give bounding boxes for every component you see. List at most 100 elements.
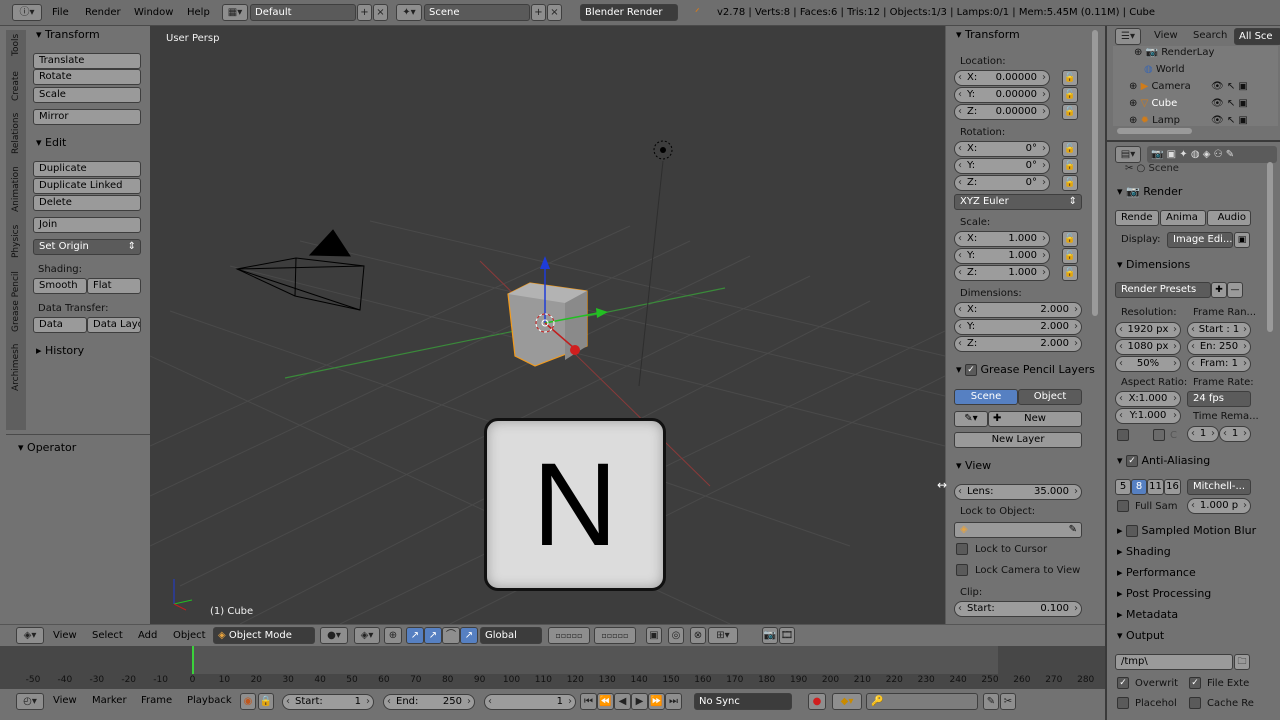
menu-help[interactable]: Help (187, 7, 210, 18)
rotate-manipulator-icon[interactable]: ↗ (424, 627, 442, 644)
outliner-item-camera[interactable]: ⊕ ▶ Camera (1129, 81, 1191, 92)
timeline-menu-frame[interactable]: Frame (141, 695, 172, 706)
output-panel-header[interactable]: ▾ Output (1117, 629, 1164, 642)
display-select[interactable]: Image Edi... (1167, 232, 1233, 248)
post-processing-panel-header[interactable]: ▸ Post Processing (1117, 587, 1211, 600)
timeline-menu-view[interactable]: View (53, 695, 77, 706)
aa-samples-5[interactable]: 5 (1115, 479, 1131, 495)
placeholders-checkbox[interactable] (1117, 697, 1129, 709)
viewport-menu-object[interactable]: Object (173, 630, 206, 641)
tab-grease-pencil[interactable]: Grease Pencil (11, 271, 21, 332)
orientation-select[interactable]: Global (480, 627, 542, 644)
menu-render[interactable]: Render (85, 7, 121, 18)
fps-select[interactable]: 24 fps (1187, 391, 1251, 407)
lens-field[interactable]: Lens: 35.000 (954, 484, 1082, 500)
rotation-z-field[interactable]: Z: 0° (954, 175, 1050, 191)
scale-z-field[interactable]: Z: 1.000 (954, 265, 1050, 281)
viewport-menu-add[interactable]: Add (138, 630, 157, 641)
eyedropper-icon[interactable]: ✎ (1069, 523, 1077, 537)
preview-range-icon[interactable]: ◉ (240, 693, 256, 710)
shading-mode-icon[interactable]: ●▾ (320, 627, 348, 644)
performance-panel-header[interactable]: ▸ Performance (1117, 566, 1196, 579)
lock-rotation-y-icon[interactable]: 🔓 (1062, 158, 1078, 174)
lock-scale-z-icon[interactable]: 🔓 (1062, 265, 1078, 281)
add-preset-icon[interactable]: ✚ (1211, 282, 1227, 298)
insert-keyframe-icon[interactable]: ✎ (983, 693, 999, 710)
resolution-x-field[interactable]: 1920 px (1115, 322, 1181, 338)
current-frame-field[interactable]: 1 (484, 694, 576, 710)
snap-icon[interactable]: ⊗ (690, 627, 706, 644)
record-icon[interactable]: ● (808, 693, 826, 710)
duplicate-linked-button[interactable]: Duplicate Linked (33, 178, 141, 194)
outliner-item-world[interactable]: ◍ World (1144, 64, 1185, 75)
folder-icon[interactable]: 🗀 (1234, 654, 1250, 670)
display-toggle-icon[interactable]: ▣ (1234, 232, 1250, 248)
cache-result-checkbox[interactable] (1189, 697, 1201, 709)
aspect-x-field[interactable]: X:1.000 (1115, 391, 1181, 407)
lock-scale-y-icon[interactable]: 🔓 (1062, 248, 1078, 264)
outliner-view-menu[interactable]: View (1154, 30, 1178, 41)
set-origin-select[interactable]: Set Origin ⇕ (33, 239, 141, 255)
operator-panel-header[interactable]: ▾ Operator (18, 441, 76, 454)
crop-checkbox[interactable] (1153, 429, 1165, 441)
tab-animation[interactable]: Animation (11, 166, 21, 212)
grease-pencil-header[interactable]: ▾ ✓ Grease Pencil Layers (956, 363, 1095, 376)
tab-physics[interactable]: Physics (11, 225, 21, 258)
layers-grid-b-icon[interactable]: ▫▫▫▫▫ (594, 627, 636, 644)
mirror-button[interactable]: Mirror (33, 109, 141, 125)
lock-location-x-icon[interactable]: 🔓 (1062, 70, 1078, 86)
dimensions-x-field[interactable]: X: 2.000 (954, 302, 1082, 318)
anti-aliasing-checkbox[interactable]: ✓ (1126, 455, 1139, 467)
timeline-editor-icon[interactable]: ◴▾ (16, 693, 44, 710)
animation-button[interactable]: Anima (1160, 210, 1206, 226)
render-opengl-icon[interactable]: 📷 (762, 627, 778, 644)
clip-start-field[interactable]: Start: 0.100 (954, 601, 1082, 617)
screen-layout-field[interactable]: Default (250, 4, 356, 21)
remove-scene-icon[interactable]: × (547, 4, 562, 21)
jump-end-icon[interactable]: ⏭ (665, 693, 682, 710)
aa-samples-8[interactable]: 8 (1131, 479, 1147, 495)
transform-panel-header[interactable]: ▾ Transform (36, 28, 100, 41)
outliner-item-renderlayers[interactable]: ⊕ 📷 RenderLay (1134, 47, 1214, 58)
overwrite-checkbox[interactable]: ✓ (1117, 677, 1129, 689)
outliner-item-cube[interactable]: ⊕ ▽ Cube (1129, 98, 1177, 109)
edit-panel-header[interactable]: ▾ Edit (36, 136, 66, 149)
location-z-field[interactable]: Z: 0.00000 (954, 104, 1050, 120)
motion-blur-header[interactable]: ▸ Sampled Motion Blur (1117, 524, 1256, 537)
aa-size-field[interactable]: 1.000 p (1187, 498, 1251, 514)
editor-type-icon[interactable]: ⓘ▾ (12, 4, 42, 21)
timeline-current-frame[interactable] (191, 646, 194, 674)
scale-manipulator-icon[interactable]: ⌒ (442, 627, 460, 644)
timeline[interactable]: -50 -40 -30 -20 -10 0 10 20 30 40 50 60 70 80 90 100 110… (0, 646, 1105, 689)
play-reverse-icon[interactable]: ◀ (614, 693, 631, 710)
frame-end-field[interactable]: En: 250 (1187, 339, 1251, 355)
end-frame-field[interactable]: End: 250 (383, 694, 475, 710)
scale-x-field[interactable]: X: 1.000 (954, 231, 1050, 247)
layers-grid-a-icon[interactable]: ▫▫▫▫▫ (548, 627, 590, 644)
delete-button[interactable]: Delete (33, 195, 141, 211)
render-animation-icon[interactable]: 🎞 (779, 627, 795, 644)
lock-location-z-icon[interactable]: 🔓 (1062, 104, 1078, 120)
gp-scene-tab[interactable]: Scene (954, 389, 1018, 405)
properties-editor-icon[interactable]: ▤▾ (1115, 146, 1141, 163)
file-extension-checkbox[interactable]: ✓ (1189, 677, 1201, 689)
lock-layers-icon[interactable]: ▣ (646, 627, 662, 644)
eye-icon[interactable]: 👁 ↖ ▣ (1211, 115, 1248, 126)
properties-scrollbar[interactable] (1267, 162, 1273, 332)
lock-rotation-x-icon[interactable]: 🔓 (1062, 141, 1078, 157)
viewport-menu-select[interactable]: Select (92, 630, 123, 641)
remove-preset-icon[interactable]: — (1227, 282, 1243, 298)
audio-button[interactable]: Audio (1207, 210, 1251, 226)
gp-object-tab[interactable]: Object (1018, 389, 1082, 405)
dimensions-y-field[interactable]: Y: 2.000 (954, 319, 1082, 335)
frame-step-field[interactable]: Fram: 1 (1187, 356, 1251, 372)
translate-button[interactable]: Translate (33, 53, 141, 69)
add-scene-icon[interactable]: + (531, 4, 546, 21)
play-icon[interactable]: ▶ (631, 693, 648, 710)
dimensions-panel-header[interactable]: ▾ Dimensions (1117, 258, 1190, 271)
rotate-button[interactable]: Rotate (33, 69, 141, 85)
frame-start-field[interactable]: Start : 1 (1187, 322, 1251, 338)
grease-pencil-checkbox[interactable]: ✓ (965, 364, 978, 376)
time-remap-old-field[interactable]: 1 (1187, 426, 1219, 442)
mode-select[interactable]: ◈ Object Mode (213, 627, 315, 644)
